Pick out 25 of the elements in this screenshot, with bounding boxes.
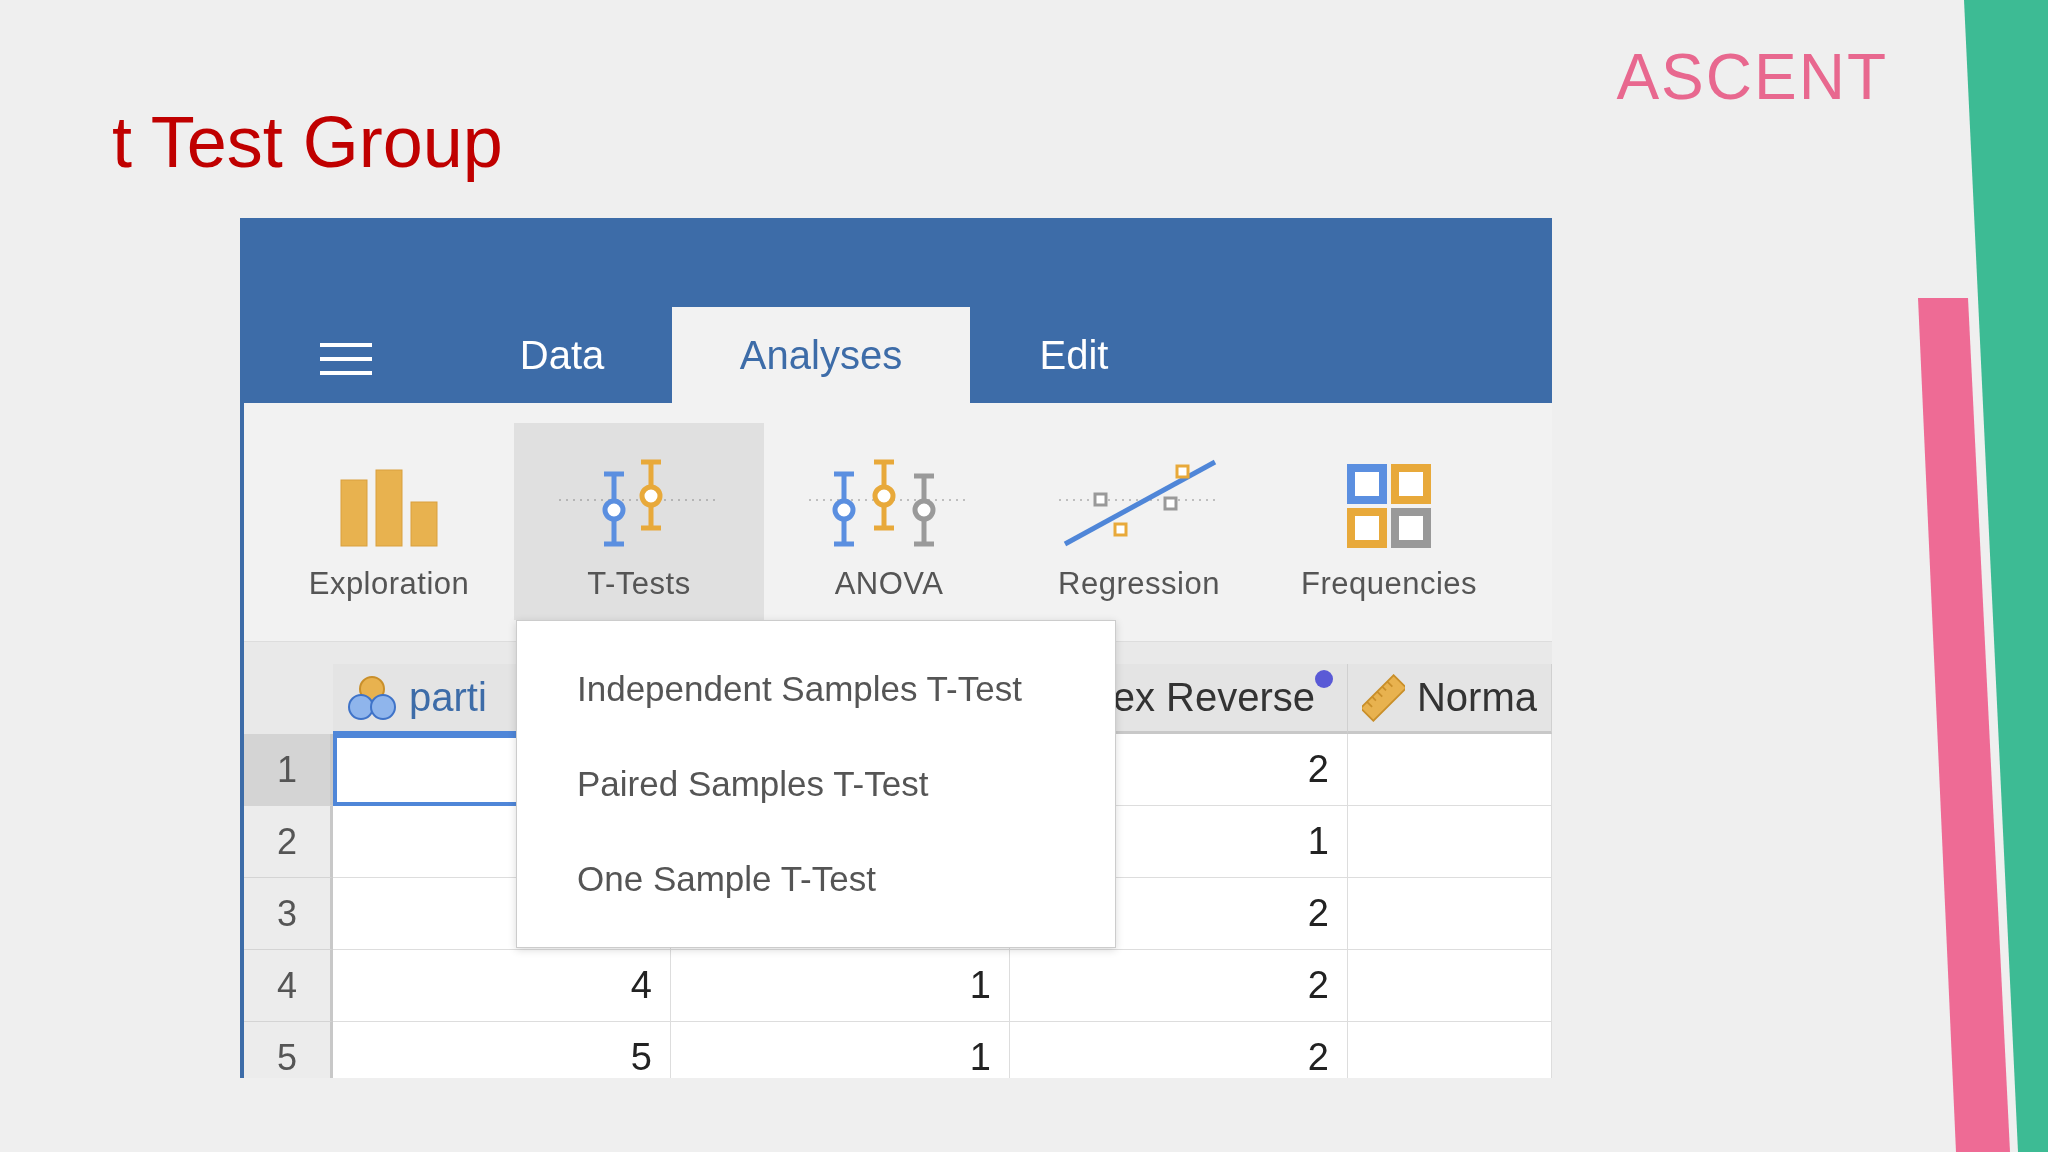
bar-chart-icon xyxy=(339,468,439,548)
menu-icon[interactable] xyxy=(320,341,372,377)
scatter-plot-icon xyxy=(1059,458,1219,548)
grid-icon xyxy=(1347,464,1431,548)
tab[interactable]: Data xyxy=(452,307,672,403)
row-number: 5 xyxy=(244,1022,333,1078)
table-cell: 5 xyxy=(333,1022,671,1078)
status-dot xyxy=(1315,670,1333,688)
table-cell: 1 xyxy=(671,1022,1010,1078)
ribbon-button[interactable]: ANOVA xyxy=(764,423,1014,620)
tab[interactable]: Edit xyxy=(970,307,1178,403)
slide-title: t Test Group xyxy=(112,106,503,184)
circles-icon xyxy=(347,674,397,721)
ribbon-button[interactable]: Frequencies xyxy=(1264,423,1514,620)
ribbon-button[interactable]: Exploration xyxy=(264,423,514,620)
logo: ASCENT xyxy=(1616,40,1888,112)
row-number: 1 xyxy=(244,734,333,806)
table-cell: 2 xyxy=(1010,1022,1348,1078)
ribbon-button[interactable]: Regression xyxy=(1014,423,1264,620)
ribbon-button[interactable]: T-Tests xyxy=(514,423,764,620)
row-number: 2 xyxy=(244,806,333,878)
row-number: 4 xyxy=(244,950,333,1022)
row-number: 3 xyxy=(244,878,333,950)
column-header[interactable]: Norma xyxy=(1348,664,1552,734)
tab[interactable]: Analyses xyxy=(672,307,970,403)
